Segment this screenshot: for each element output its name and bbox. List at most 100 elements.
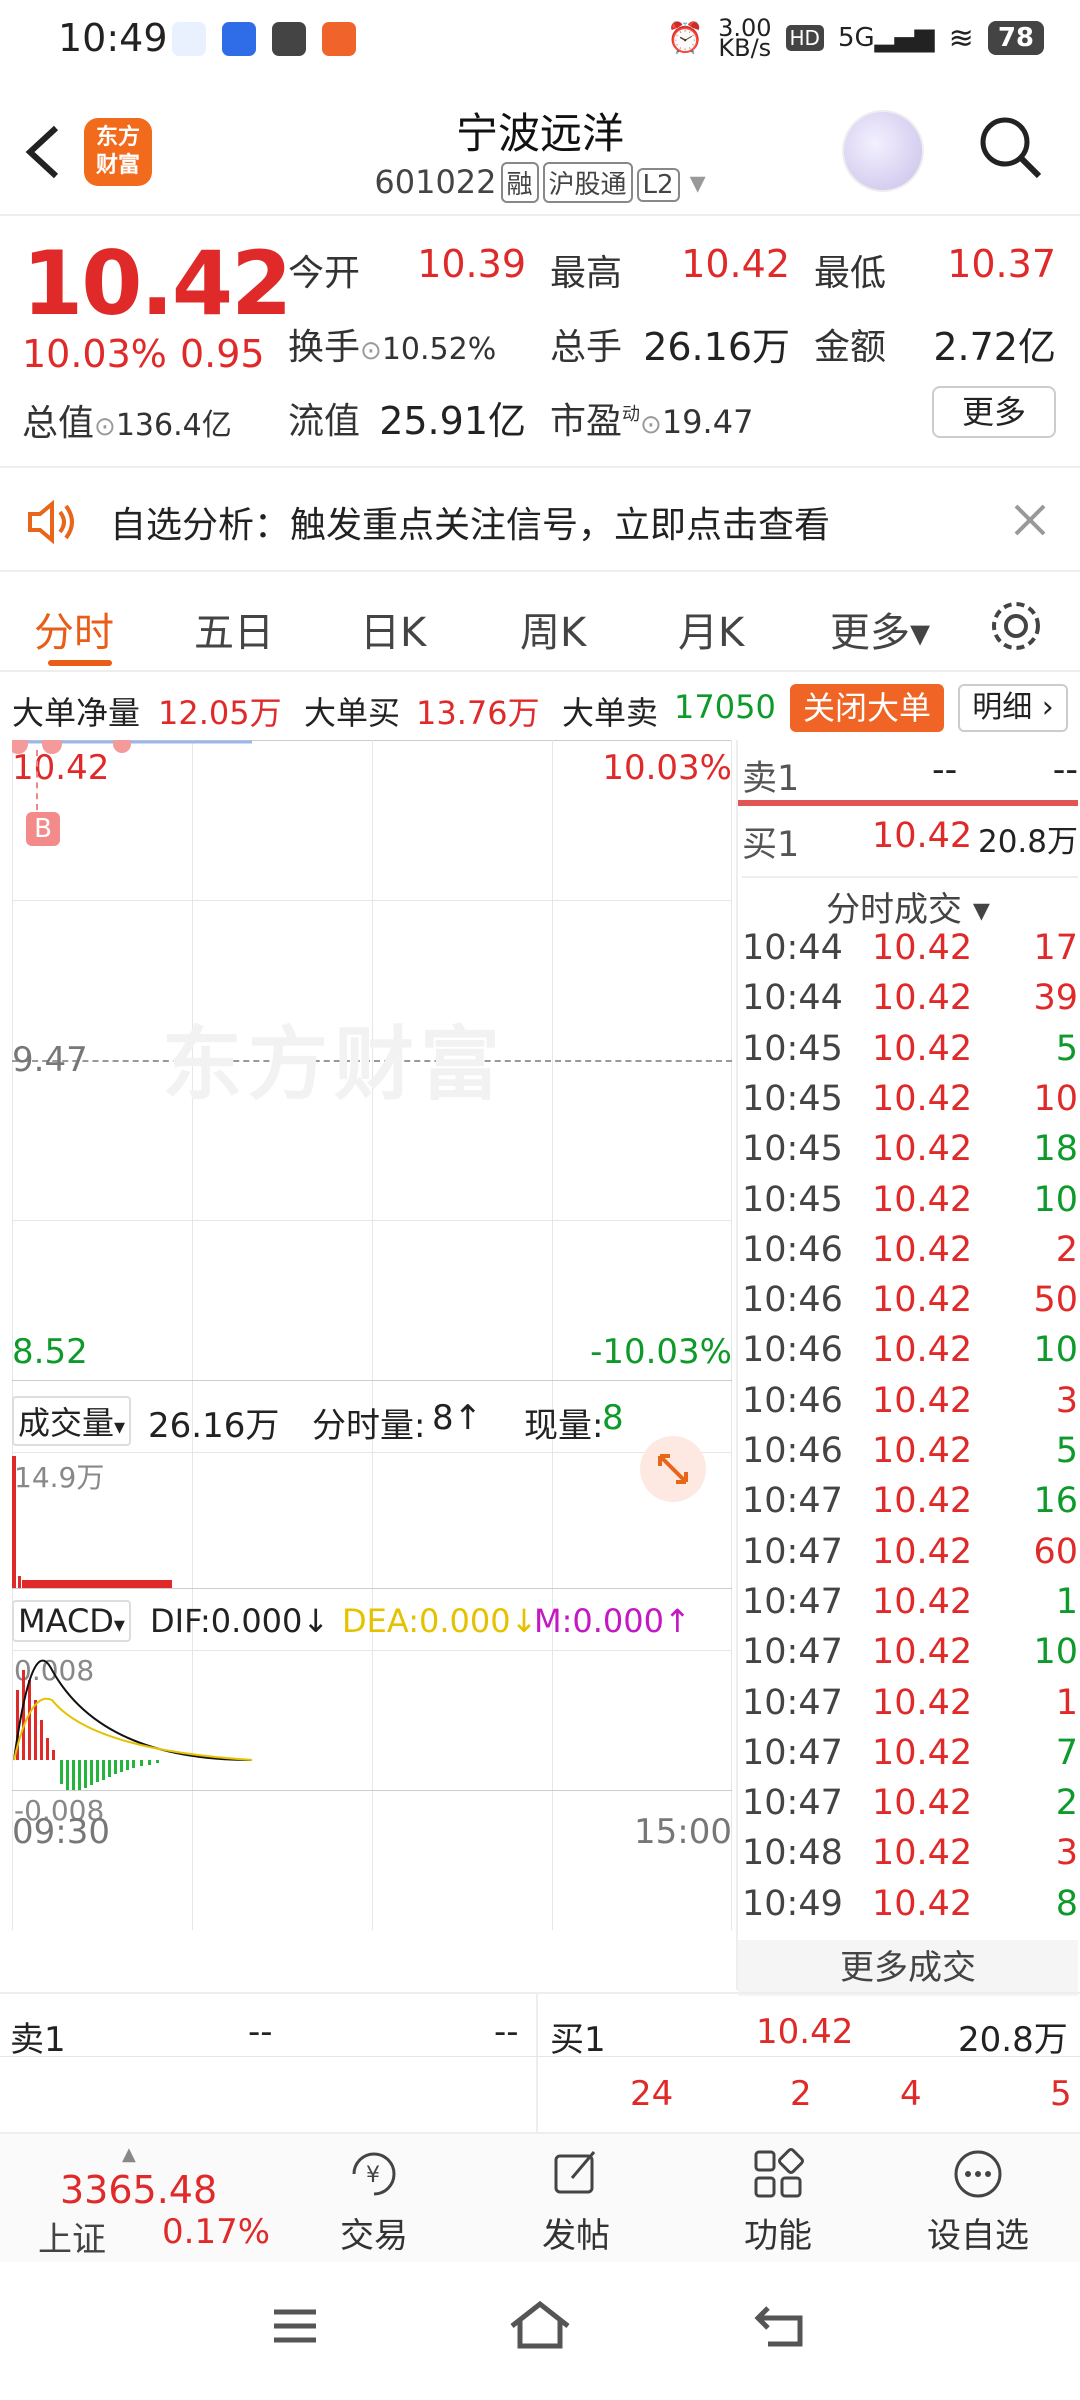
trade-price: 10.42 <box>872 978 973 1019</box>
status-time: 10:49 <box>58 16 168 60</box>
ob-cell: 4 <box>900 2074 922 2114</box>
trade-button[interactable]: ¥ 交易 <box>304 2144 444 2257</box>
trade-row: 10:44 10.42 39 <box>742 978 1078 1028</box>
net-speed: 3.00 KB/s <box>718 16 771 60</box>
bid1-row: 买1 10.42 20.8万 <box>742 816 1078 878</box>
trade-row: 10:47 10.42 1 <box>742 1582 1078 1632</box>
trade-time: 10:44 <box>742 978 843 1019</box>
volume-indicator-select[interactable]: 成交量▾ <box>12 1396 132 1446</box>
gear-icon[interactable] <box>988 598 1044 654</box>
macd-indicator-select[interactable]: MACD▾ <box>12 1600 131 1642</box>
function-button[interactable]: 功能 <box>708 2144 848 2257</box>
quote-panel: 10.42 10.03% 0.95 总值⊙136.4亿 今开 10.39 最高 … <box>0 218 1080 468</box>
info-icon[interactable]: ⊙ <box>94 412 116 442</box>
trade-price: 10.42 <box>872 928 973 968</box>
trade-volume: 8 <box>1055 1883 1078 1924</box>
hd-icon: HD <box>785 25 824 51</box>
dea-value: DEA:0.000↓ <box>342 1602 538 1640</box>
trade-row: 10:45 10.42 5 <box>742 1029 1078 1079</box>
trade-row: 10:47 10.42 10 <box>742 1632 1078 1682</box>
expand-button[interactable] <box>640 1436 706 1502</box>
period-tabs: 分时 五日 日K 周K 月K 更多▾ <box>0 574 1080 672</box>
macd-header: MACD▾ DIF:0.000↓ DEA:0.000↓ M:0.000↑ <box>12 1592 732 1648</box>
tab-monthly-k[interactable]: 月K <box>678 600 744 658</box>
volume-bars <box>12 1456 172 1588</box>
trade-panel: 卖1 -- -- 买1 10.42 20.8万 分时成交 ▾ 10:44 10.42 17 1… <box>736 740 1080 1996</box>
function-label: 功能 <box>744 2216 812 2256</box>
bid1-price: 10.42 <box>872 816 973 856</box>
macd-indicator-label: MACD <box>18 1602 114 1640</box>
analysis-banner[interactable]: 自选分析：触发重点关注信号，立即点击查看 <box>0 470 1080 572</box>
tag-connect: 沪股通 <box>542 162 633 203</box>
tab-intraday[interactable]: 分时 <box>34 600 114 658</box>
current-volume-label: 现量: <box>524 1406 604 1446</box>
add-watchlist-button[interactable]: 设自选 <box>908 2144 1048 2257</box>
post-button[interactable]: 发帖 <box>506 2144 646 2257</box>
trade-volume: 2 <box>1055 1783 1078 1824</box>
close-icon[interactable] <box>1012 502 1048 538</box>
amount-value: 2.72亿 <box>933 325 1056 369</box>
tab-weekly-k[interactable]: 周K <box>520 600 586 658</box>
trade-price: 10.42 <box>872 1581 973 1622</box>
intraday-chart[interactable]: 东方财富 10.42 10.03% B 9.47 8.52 -10.03% 成交… <box>12 740 732 1990</box>
active-tab-indicator <box>48 660 112 666</box>
trade-label: 交易 <box>340 2216 408 2256</box>
trade-volume: 1 <box>1055 1682 1078 1723</box>
stock-code: 601022 <box>374 163 497 201</box>
info-icon[interactable]: ⊙ <box>360 336 382 366</box>
tab-five-day[interactable]: 五日 <box>194 600 274 658</box>
tab-daily-k[interactable]: 日K <box>360 600 426 658</box>
svg-text:¥: ¥ <box>366 2163 380 2188</box>
wifi-icon: ≋ <box>948 20 974 56</box>
grid-line <box>372 740 373 1930</box>
mcap-label-text: 总值 <box>22 403 95 444</box>
grid-line <box>12 1790 732 1791</box>
bid1-volume: 20.8万 <box>977 824 1078 860</box>
market-cap-label: 总值⊙136.4亿 <box>22 394 232 446</box>
edit-icon <box>554 2151 596 2194</box>
back-nav-icon[interactable] <box>754 2302 810 2348</box>
grid-line <box>552 740 553 1930</box>
info-icon[interactable]: ⊙ <box>640 410 662 440</box>
trade-row: 10:46 10.42 2 <box>742 1230 1078 1280</box>
trade-time: 10:47 <box>742 1632 843 1673</box>
more-trades-button[interactable]: 更多成交 <box>738 1940 1078 1996</box>
net-speed-unit: KB/s <box>718 34 772 62</box>
detail-button[interactable]: 明细 › <box>958 684 1068 732</box>
trade-time: 10:47 <box>742 1682 843 1723</box>
volume-value: 26.16万 <box>643 325 790 369</box>
trade-price: 10.42 <box>872 1732 973 1773</box>
trade-volume: 2 <box>1055 1229 1078 1270</box>
trade-price: 10.42 <box>872 1229 973 1270</box>
expand-icon <box>658 1454 688 1484</box>
volume-indicator-label: 成交量 <box>18 1404 115 1442</box>
index-widget[interactable]: ▲ 3365.48 上证 0.17% <box>20 2144 280 2260</box>
trades-dropdown[interactable]: 分时成交 ▾ <box>738 882 1078 931</box>
post-label: 发帖 <box>542 2216 610 2256</box>
trade-volume: 60 <box>1033 1531 1078 1572</box>
trade-volume: 3 <box>1055 1380 1078 1421</box>
big-buy-label: 大单买 <box>304 694 401 732</box>
trade-price: 10.42 <box>872 1380 973 1421</box>
robot-assistant-avatar[interactable] <box>842 110 924 192</box>
divider <box>536 1994 538 2134</box>
menu-icon[interactable] <box>270 2306 320 2346</box>
close-big-order-button[interactable]: 关闭大单 <box>790 684 944 732</box>
trade-time: 10:46 <box>742 1380 843 1421</box>
home-icon[interactable] <box>508 2300 572 2350</box>
browser-notification-icon <box>222 22 256 56</box>
volume-label: 总手 <box>550 327 623 368</box>
stock-header: 东方 财富 宁波远洋 601022 融沪股通 L2 ▾ <box>0 82 1080 216</box>
low-label: 最低 <box>814 253 887 294</box>
tab-more[interactable]: 更多▾ <box>830 600 930 658</box>
change-amount: 0.95 <box>180 332 265 376</box>
more-quote-button[interactable]: 更多 <box>932 386 1056 438</box>
trade-volume: 18 <box>1033 1129 1078 1170</box>
alarm-icon: ⏰ <box>666 20 705 56</box>
search-icon[interactable] <box>975 112 1045 182</box>
trade-price: 10.42 <box>872 1028 973 1069</box>
trade-time: 10:47 <box>742 1481 843 1522</box>
ask1-price: -- <box>932 750 958 790</box>
turnover-label-text: 换手 <box>288 327 361 368</box>
buy-marker[interactable]: B <box>26 812 60 846</box>
